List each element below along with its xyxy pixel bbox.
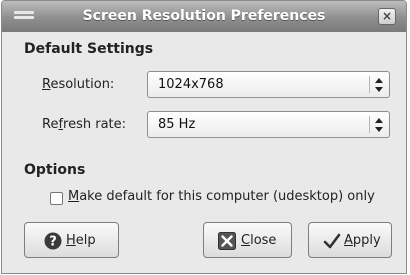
combo-separator bbox=[369, 76, 370, 93]
svg-text:?: ? bbox=[49, 235, 57, 250]
options-heading: Options bbox=[24, 162, 86, 178]
title-bar[interactable]: Screen Resolution Preferences × bbox=[2, 1, 406, 32]
help-label: Help bbox=[66, 233, 96, 248]
combo-separator bbox=[369, 116, 370, 133]
refresh-rate-value: 85 Hz bbox=[158, 117, 196, 132]
help-icon: ? bbox=[44, 232, 62, 250]
default-settings-heading: Default Settings bbox=[24, 41, 154, 57]
resolution-combo[interactable]: 1024x768 bbox=[147, 71, 390, 98]
window-title: Screen Resolution Preferences bbox=[82, 8, 326, 24]
up-down-arrows-icon bbox=[375, 118, 383, 132]
make-default-checkbox[interactable] bbox=[50, 192, 63, 205]
close-button[interactable]: Close bbox=[203, 222, 292, 258]
close-x-icon bbox=[218, 232, 236, 250]
refresh-rate-label: Refresh rate: bbox=[42, 117, 127, 132]
help-button[interactable]: ? Help bbox=[24, 222, 119, 258]
refresh-rate-combo[interactable]: 85 Hz bbox=[147, 111, 390, 138]
make-default-label[interactable]: Make default for this computer (udesktop… bbox=[68, 189, 375, 204]
checkmark-icon bbox=[323, 233, 341, 249]
window-close-button[interactable]: × bbox=[378, 8, 396, 25]
resolution-value: 1024x768 bbox=[158, 77, 224, 92]
apply-label: Apply bbox=[344, 233, 381, 248]
apply-button[interactable]: Apply bbox=[308, 222, 392, 258]
close-label: Close bbox=[241, 233, 277, 248]
up-down-arrows-icon bbox=[375, 78, 383, 92]
resolution-label: Resolution: bbox=[42, 77, 115, 92]
preferences-window: Screen Resolution Preferences × Default … bbox=[1, 0, 407, 274]
